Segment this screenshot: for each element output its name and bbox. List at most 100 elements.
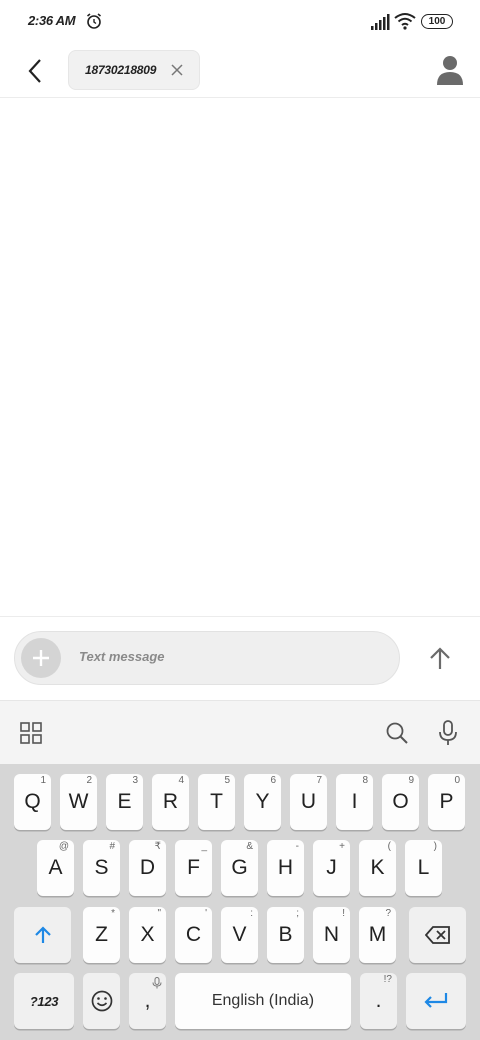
key-label: I xyxy=(351,790,358,813)
shift-key[interactable] xyxy=(14,907,71,963)
key-b[interactable]: ; B xyxy=(267,907,304,963)
key-m[interactable]: ? M xyxy=(359,907,396,963)
key-hint: 1 xyxy=(40,775,46,786)
key-n[interactable]: ! N xyxy=(313,907,350,963)
enter-key[interactable] xyxy=(406,973,466,1029)
key-label: W xyxy=(68,790,89,813)
period-key-label: . xyxy=(375,989,382,1012)
comma-key[interactable]: , xyxy=(129,973,166,1029)
backspace-icon xyxy=(424,926,450,944)
key-label: O xyxy=(392,790,409,813)
key-j[interactable]: + J xyxy=(313,840,350,896)
key-g[interactable]: & G xyxy=(221,840,258,896)
key-q[interactable]: 1Q xyxy=(14,774,51,830)
symbols-key[interactable]: ?123 xyxy=(14,973,74,1029)
key-label: F xyxy=(187,856,200,879)
search-icon[interactable] xyxy=(385,721,409,745)
key-label: Y xyxy=(255,790,270,813)
key-label: C xyxy=(185,923,202,946)
key-o[interactable]: 9O xyxy=(382,774,419,830)
key-label: L xyxy=(417,856,430,879)
send-arrow-icon xyxy=(430,647,450,669)
key-hint: 8 xyxy=(362,775,368,786)
key-label: Z xyxy=(95,923,108,946)
status-bar: 2:36 AM 100 xyxy=(0,0,480,44)
recipient-chip[interactable]: 18730218809 xyxy=(68,50,200,90)
conversation-header: 18730218809 xyxy=(0,44,480,98)
key-d[interactable]: ₹ D xyxy=(129,840,166,896)
comma-key-label: , xyxy=(144,989,151,1012)
key-t[interactable]: 5T xyxy=(198,774,235,830)
key-f[interactable]: _ F xyxy=(175,840,212,896)
key-hint: : xyxy=(250,908,253,919)
key-hint: 9 xyxy=(408,775,414,786)
key-hint: @ xyxy=(58,841,69,852)
key-hint: ₹ xyxy=(154,841,161,852)
battery-level: 100 xyxy=(428,16,446,27)
soft-keyboard: 1Q2W3E4R5T6Y7U8I9O0P @ A # S ₹ D _ F & G - H + J(K) L … xyxy=(0,764,480,1040)
close-icon[interactable] xyxy=(169,62,185,78)
key-label: E xyxy=(117,790,132,813)
key-h[interactable]: -H xyxy=(267,840,304,896)
key-u[interactable]: 7U xyxy=(290,774,327,830)
messaging-screen: 2:36 AM 100 18730218809 Text message 1 Q… xyxy=(0,0,480,1040)
back-button[interactable] xyxy=(18,52,52,90)
key-label: H xyxy=(277,856,294,879)
plus-icon xyxy=(33,650,49,666)
back-arrow-icon xyxy=(28,59,41,83)
key-label: M xyxy=(368,923,387,946)
key-i[interactable]: 8I xyxy=(336,774,373,830)
key-hint: 3 xyxy=(132,775,138,786)
symbols-key-label: ?123 xyxy=(29,993,59,1009)
key-r[interactable]: 4R xyxy=(152,774,189,830)
key-label: T xyxy=(210,790,223,813)
key-x[interactable]: " X xyxy=(129,907,166,963)
key-label: X xyxy=(140,923,155,946)
key-hint: ( xyxy=(387,841,391,852)
emoji-key[interactable] xyxy=(83,973,120,1029)
key-z[interactable]: * Z xyxy=(83,907,120,963)
compose-field[interactable]: Text message xyxy=(14,631,400,685)
mic-icon[interactable] xyxy=(437,720,459,746)
key-v[interactable]: :V xyxy=(221,907,258,963)
key-hint: ' xyxy=(205,908,207,919)
period-key-hint: !? xyxy=(383,974,392,985)
message-input[interactable]: Text message xyxy=(79,649,165,664)
key-label: G xyxy=(231,856,248,879)
key-hint: ) xyxy=(433,841,437,852)
space-key-label: English (India) xyxy=(211,992,315,1009)
key-label: P xyxy=(439,790,454,813)
contact-person-icon[interactable] xyxy=(436,54,464,86)
key-a[interactable]: @ A xyxy=(37,840,74,896)
key-label: V xyxy=(232,923,247,946)
key-e[interactable]: 3E xyxy=(106,774,143,830)
alarm-icon xyxy=(87,13,101,29)
message-list[interactable] xyxy=(0,98,480,616)
key-p[interactable]: 0P xyxy=(428,774,465,830)
key-hint: " xyxy=(157,908,161,919)
add-attachment-button[interactable] xyxy=(21,638,61,678)
key-label: J xyxy=(326,856,337,879)
key-hint: ; xyxy=(296,908,299,919)
key-w[interactable]: 2W xyxy=(60,774,97,830)
grid-icon[interactable] xyxy=(20,722,42,744)
battery-indicator: 100 xyxy=(421,14,453,29)
compose-bar: Text message xyxy=(0,616,480,700)
enter-icon xyxy=(424,993,448,1008)
key-y[interactable]: 6Y xyxy=(244,774,281,830)
key-l[interactable]: ) L xyxy=(405,840,442,896)
emoji-icon xyxy=(91,990,112,1012)
send-button[interactable] xyxy=(420,639,460,679)
backspace-key[interactable] xyxy=(409,907,466,963)
shift-icon xyxy=(34,926,51,943)
space-key[interactable]: English (India) xyxy=(175,973,351,1029)
key-hint: 5 xyxy=(224,775,230,786)
signal-icon xyxy=(371,14,390,30)
period-key[interactable]: !? . xyxy=(360,973,397,1029)
key-k[interactable]: (K xyxy=(359,840,396,896)
key-hint: & xyxy=(246,841,253,852)
key-s[interactable]: # S xyxy=(83,840,120,896)
wifi-icon xyxy=(394,13,416,30)
recipient-number: 18730218809 xyxy=(85,63,157,77)
key-c[interactable]: ' C xyxy=(175,907,212,963)
